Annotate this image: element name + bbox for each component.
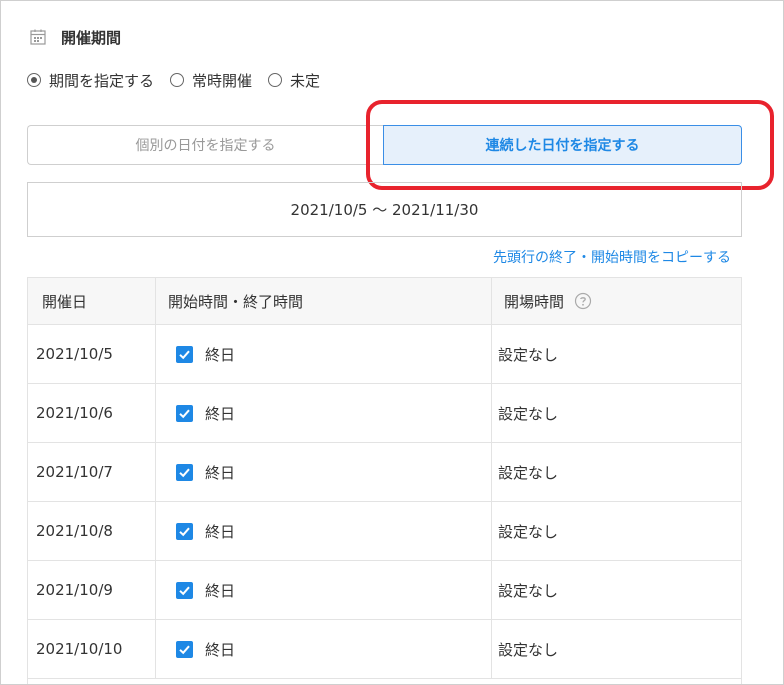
radio-label: 期間を指定する bbox=[49, 71, 155, 90]
table-row: 2021/10/9 終日 設定なし bbox=[28, 561, 741, 620]
event-date-cell: 2021/10/8 bbox=[28, 502, 156, 560]
radio-button[interactable] bbox=[268, 73, 283, 87]
help-icon[interactable] bbox=[574, 292, 592, 310]
radio-label: 常時開催 bbox=[192, 71, 253, 90]
open-time-cell[interactable]: 設定なし bbox=[492, 620, 741, 678]
checkmark-icon bbox=[179, 350, 190, 359]
radio-undecided[interactable]: 未定 bbox=[268, 70, 320, 91]
open-time-cell[interactable]: 設定なし bbox=[492, 325, 741, 383]
radio-always-open[interactable]: 常時開催 bbox=[170, 70, 252, 91]
period-radio-group: 期間を指定する 常時開催 未定 bbox=[27, 67, 336, 93]
all-day-label: 終日 bbox=[205, 522, 236, 541]
all-day-cell: 終日 bbox=[156, 325, 492, 383]
header-doors-open: 開場時間 bbox=[492, 278, 741, 324]
header-event-date: 開催日 bbox=[28, 278, 156, 324]
event-date-cell: 2021/10/10 bbox=[28, 620, 156, 678]
all-day-cell: 終日 bbox=[156, 561, 492, 619]
all-day-checkbox[interactable] bbox=[176, 463, 193, 481]
radio-button[interactable] bbox=[170, 73, 185, 87]
schedule-table: 開催日 開始時間・終了時間 開場時間 2021/10/5 終日 設定なし 202… bbox=[27, 277, 742, 684]
all-day-checkbox[interactable] bbox=[176, 522, 193, 540]
all-day-label: 終日 bbox=[205, 345, 236, 364]
date-range-field[interactable]: 2021/10/5 〜 2021/11/30 bbox=[27, 182, 742, 237]
table-header-row: 開催日 開始時間・終了時間 開場時間 bbox=[28, 277, 741, 325]
all-day-checkbox[interactable] bbox=[176, 345, 193, 363]
event-period-panel: 開催期間 期間を指定する 常時開催 未定 個別の日付を指定する 連続した日付を指… bbox=[0, 0, 784, 685]
header-start-end-time: 開始時間・終了時間 bbox=[156, 278, 492, 324]
radio-button-checked[interactable] bbox=[27, 73, 41, 87]
all-day-checkbox[interactable] bbox=[176, 581, 193, 599]
all-day-checkbox[interactable] bbox=[176, 404, 193, 422]
event-date-cell: 2021/10/9 bbox=[28, 561, 156, 619]
radio-label: 未定 bbox=[290, 71, 321, 90]
checkmark-icon bbox=[179, 527, 190, 536]
open-time-cell[interactable]: 設定なし bbox=[492, 384, 741, 442]
checkmark-icon bbox=[179, 468, 190, 477]
all-day-label: 終日 bbox=[205, 581, 236, 600]
copy-first-row-times-link[interactable]: 先頭行の終了・開始時間をコピーする bbox=[493, 247, 731, 267]
table-row: 2021/10/6 終日 設定なし bbox=[28, 384, 741, 443]
open-time-cell[interactable]: 設定なし bbox=[492, 561, 741, 619]
checkmark-icon bbox=[179, 409, 190, 418]
all-day-cell: 終日 bbox=[156, 502, 492, 560]
individual-dates-button[interactable]: 個別の日付を指定する bbox=[27, 125, 383, 165]
open-time-cell[interactable]: 設定なし bbox=[492, 502, 741, 560]
section-title: 開催期間 bbox=[61, 28, 122, 47]
calendar-icon bbox=[30, 29, 46, 45]
section-header: 開催期間 bbox=[29, 25, 121, 49]
checkmark-icon bbox=[179, 645, 190, 654]
checkmark-icon bbox=[179, 586, 190, 595]
event-date-cell: 2021/10/7 bbox=[28, 443, 156, 501]
table-row: 2021/10/7 終日 設定なし bbox=[28, 443, 741, 502]
all-day-cell: 終日 bbox=[156, 384, 492, 442]
header-doors-open-label: 開場時間 bbox=[504, 292, 565, 311]
all-day-checkbox[interactable] bbox=[176, 640, 193, 658]
all-day-label: 終日 bbox=[205, 640, 236, 659]
all-day-label: 終日 bbox=[205, 463, 236, 482]
all-day-cell: 終日 bbox=[156, 443, 492, 501]
radio-specify-period[interactable]: 期間を指定する bbox=[27, 70, 154, 91]
open-time-cell[interactable]: 設定なし bbox=[492, 443, 741, 501]
date-mode-segmented-control: 個別の日付を指定する 連続した日付を指定する bbox=[27, 125, 742, 165]
consecutive-dates-button[interactable]: 連続した日付を指定する bbox=[383, 125, 742, 165]
table-row: 2021/10/10 終日 設定なし bbox=[28, 620, 741, 679]
table-row: 2021/10/5 終日 設定なし bbox=[28, 325, 741, 384]
all-day-cell: 終日 bbox=[156, 620, 492, 678]
table-row: 2021/10/8 終日 設定なし bbox=[28, 502, 741, 561]
event-date-cell: 2021/10/6 bbox=[28, 384, 156, 442]
event-date-cell: 2021/10/5 bbox=[28, 325, 156, 383]
all-day-label: 終日 bbox=[205, 404, 236, 423]
